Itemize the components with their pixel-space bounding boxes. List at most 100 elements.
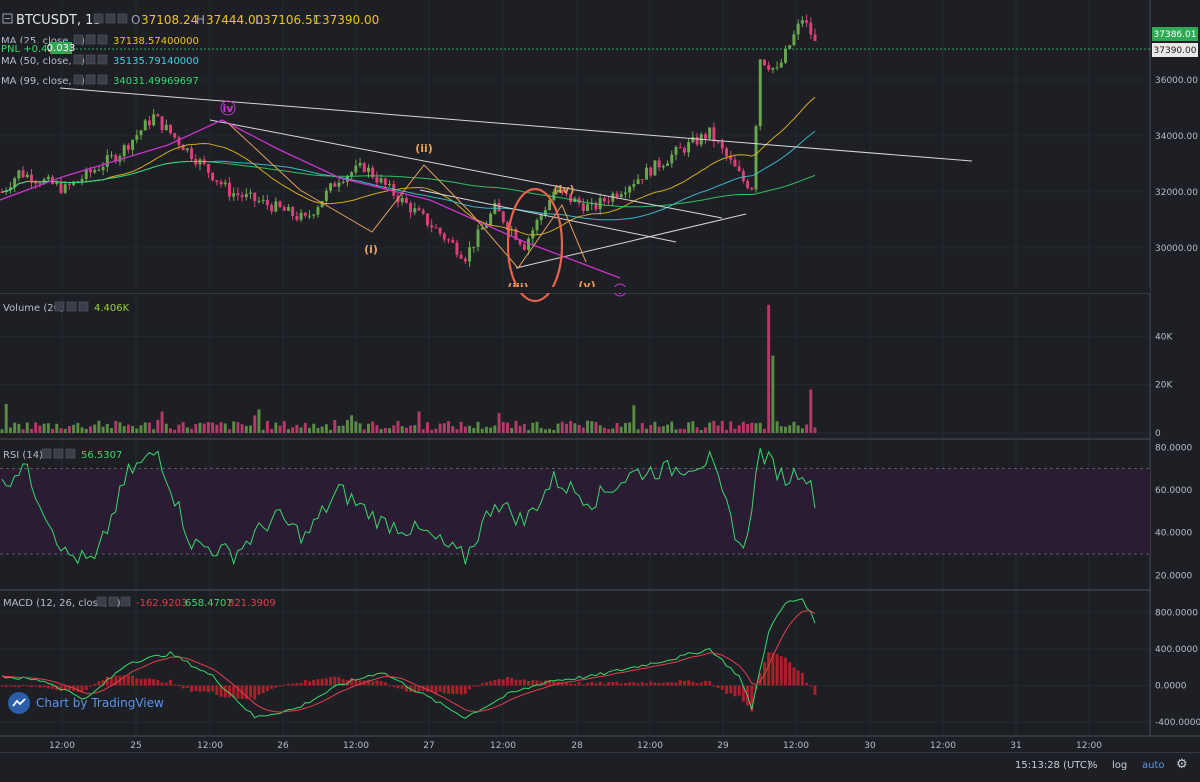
close-value: 37390.00 — [322, 13, 379, 27]
legend-button[interactable] — [117, 13, 128, 24]
volume-bar — [750, 422, 754, 433]
macd-histogram-bar — [194, 685, 198, 692]
macd-histogram-bar — [699, 682, 703, 686]
macd-histogram-bar — [661, 682, 665, 686]
volume-bar — [430, 429, 434, 433]
candle-body — [602, 197, 606, 202]
macd-histogram-bar — [476, 685, 480, 687]
macd-histogram-bar — [518, 679, 522, 686]
volume-bar — [354, 421, 358, 433]
volume-bar — [704, 427, 707, 433]
legend-button[interactable] — [66, 301, 77, 312]
candle-body — [741, 171, 745, 182]
volume-bar — [497, 413, 501, 433]
volume-bar — [560, 421, 564, 433]
auto-toggle[interactable]: auto — [1142, 760, 1165, 771]
volume-bar — [160, 411, 164, 433]
candle-body — [682, 148, 686, 153]
legend-button[interactable] — [105, 13, 116, 24]
legend-button[interactable] — [41, 448, 52, 459]
volume-bar — [46, 423, 50, 433]
macd-histogram-bar — [720, 685, 724, 690]
volume-bar — [156, 419, 160, 433]
rsi-legend-label: RSI (14) — [3, 450, 43, 461]
candle-body — [211, 172, 215, 181]
volume-bar — [699, 430, 703, 433]
volume-bar — [556, 423, 560, 433]
candle-body — [337, 182, 341, 187]
candle-body — [17, 170, 21, 179]
candle-body — [695, 137, 699, 145]
volume-bar — [67, 426, 71, 433]
candle-body — [800, 20, 804, 24]
candle-body — [657, 160, 661, 168]
volume-bar — [265, 420, 269, 433]
legend-button[interactable] — [96, 596, 107, 607]
macd-histogram-bar — [708, 681, 712, 686]
volume-bar — [139, 425, 143, 433]
candle-body — [25, 174, 29, 178]
candle-body — [126, 145, 130, 150]
volume-bar — [767, 304, 771, 433]
macd-histogram-bar — [371, 681, 375, 686]
candle-body — [666, 163, 670, 166]
time-axis-label: 29 — [717, 741, 729, 751]
volume-bar — [619, 426, 623, 433]
tradingview-branding[interactable]: Chart by TradingView — [8, 692, 164, 714]
time-axis[interactable]: 12:00 25 12:00 26 12:00 27 12:00 28 12:00 29 12:00… — [49, 741, 1102, 751]
candle-body — [400, 197, 404, 203]
candle-body — [160, 116, 164, 130]
macd-histogram-bar — [286, 683, 290, 686]
legend-button[interactable] — [93, 13, 104, 24]
candle-body — [438, 227, 442, 234]
volume-bar — [122, 426, 126, 433]
macd-histogram-bar — [388, 685, 392, 687]
volume-bar — [72, 424, 76, 433]
candle-body — [367, 167, 370, 172]
time-axis-label: 12:00 — [1076, 741, 1102, 751]
macd-legend-value-3: 821.3909 — [228, 598, 276, 609]
tradingview-chart[interactable]: iv (ii) (i) (iv) (iii) (v) v 30000.00320… — [0, 0, 1200, 781]
volume-bar — [425, 422, 429, 433]
legend-button[interactable] — [54, 301, 65, 312]
ma-legend-value: 37138.57400000 — [113, 36, 199, 47]
volume-bar — [737, 425, 741, 433]
volume-bar — [590, 421, 594, 433]
candle-body — [388, 183, 392, 185]
legend-button[interactable] — [65, 448, 76, 459]
volume-bar — [649, 425, 653, 433]
gear-icon[interactable]: ⚙ — [1176, 757, 1188, 772]
macd-histogram-bar — [265, 685, 269, 692]
legend-button[interactable] — [78, 301, 89, 312]
macd-histogram-bar — [164, 682, 168, 686]
legend-button[interactable] — [120, 596, 131, 607]
macd-histogram-bar — [615, 681, 619, 686]
candle-body — [480, 228, 484, 230]
candle-body — [143, 120, 147, 131]
macd-histogram-bar — [228, 685, 231, 698]
volume-bar — [164, 423, 168, 433]
volume-bar — [792, 421, 796, 433]
volume-bar — [333, 419, 337, 433]
log-toggle[interactable]: log — [1112, 760, 1127, 771]
volume-bar — [312, 423, 316, 433]
time-axis-label: 26 — [277, 741, 289, 751]
candle-body — [497, 203, 501, 212]
candle-body — [720, 141, 724, 149]
legend-button[interactable] — [108, 596, 119, 607]
volume-bar — [110, 428, 113, 433]
macd-histogram-bar — [602, 684, 606, 686]
volume-bar — [278, 425, 282, 433]
volume-bar — [337, 425, 341, 433]
candle-body — [661, 165, 665, 168]
volume-bar — [468, 425, 472, 433]
macd-histogram-bar — [333, 676, 337, 686]
volume-bar — [244, 425, 248, 433]
macd-histogram-bar — [270, 685, 274, 689]
percent-toggle[interactable]: % — [1088, 760, 1098, 771]
candle-body — [754, 126, 758, 190]
legend-button[interactable] — [53, 448, 64, 459]
price-axis-label: -400.0000 — [1155, 718, 1200, 728]
volume-bar — [451, 426, 455, 433]
volume-bar — [442, 423, 446, 433]
